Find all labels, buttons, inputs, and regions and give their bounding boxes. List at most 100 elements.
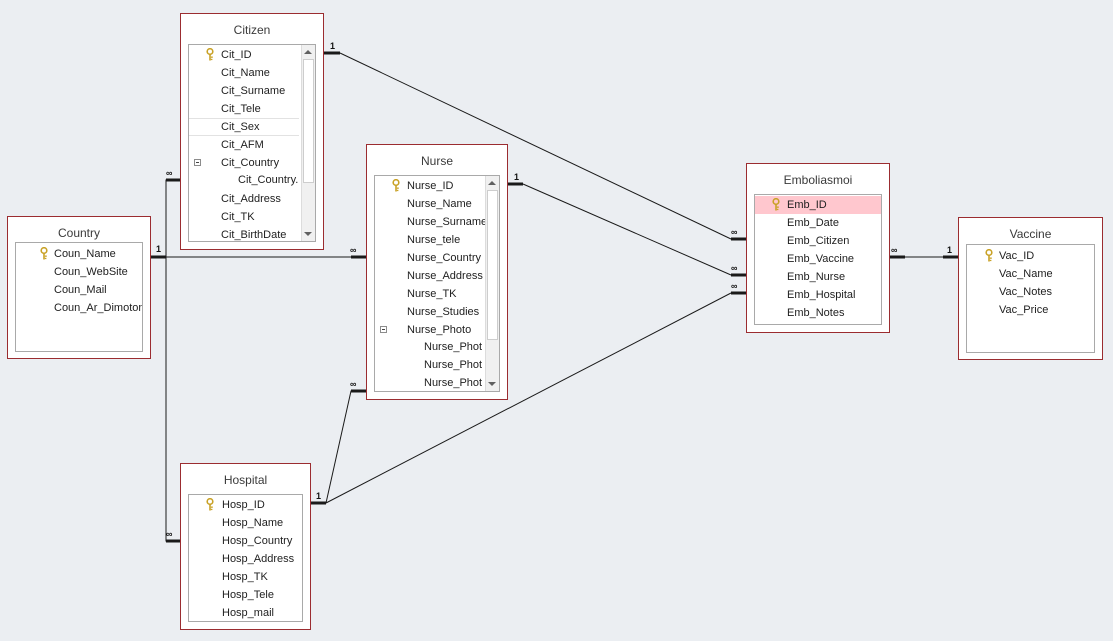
table-title[interactable]: Nurse — [367, 145, 507, 175]
cardinality-one-label: 1 — [330, 41, 335, 51]
relationship-line — [522, 183, 732, 276]
field-row[interactable]: Cit_TK — [189, 208, 306, 226]
field-list[interactable]: Coun_Name Coun_WebSite Coun_Mail Coun_Ar… — [15, 242, 143, 352]
relationship-lines: 1 ∞ ∞ ∞ 1 ∞ 1 ∞ 1 ∞ ∞ 1 ∞ — [151, 41, 958, 543]
field-label: Coun_Ar_Dimoton — [54, 302, 143, 314]
field-row[interactable]: Nurse_Name — [375, 195, 488, 213]
field-label: Nurse_Address — [407, 270, 483, 282]
scroll-up-arrow-icon[interactable] — [304, 50, 312, 54]
field-label: Cit_ID — [221, 49, 252, 61]
primary-key-icon — [40, 247, 48, 260]
field-row[interactable]: Hosp_mail — [189, 604, 302, 621]
field-label: Emb_Citizen — [787, 235, 850, 247]
field-row[interactable]: Hosp_Name — [189, 514, 302, 532]
field-label: Nurse_Country — [407, 252, 481, 264]
field-label: Cit_Name — [221, 67, 270, 79]
collapse-icon[interactable] — [194, 159, 201, 166]
field-list[interactable]: Vac_ID Vac_Name Vac_Notes Vac_Price — [966, 244, 1095, 353]
relationship-line — [165, 179, 180, 257]
primary-key-icon — [772, 198, 780, 211]
cardinality-one-label: 1 — [316, 491, 321, 501]
field-row[interactable]: Nurse_Surname — [375, 213, 488, 231]
field-label: Nurse_Studies — [407, 306, 480, 318]
table-emboliasmoi[interactable]: Emboliasmoi Emb_ID Emb_Date Emb_Citizen … — [746, 163, 890, 333]
field-row[interactable]: Cit_Country — [189, 154, 306, 172]
field-row[interactable]: Coun_Name — [16, 245, 142, 263]
scrollbar-thumb[interactable] — [487, 190, 498, 340]
field-row[interactable]: Emb_Citizen — [755, 232, 881, 250]
table-citizen[interactable]: Citizen Cit_ID Cit_Name Cit_Surname Cit_… — [180, 13, 324, 250]
field-row[interactable]: Emb_Nurse — [755, 268, 881, 286]
field-row[interactable]: Hosp_Address — [189, 550, 302, 568]
field-row[interactable]: Cit_AFM — [189, 136, 306, 154]
vertical-scrollbar[interactable] — [485, 176, 499, 391]
field-list[interactable]: Cit_ID Cit_Name Cit_Surname Cit_Tele Cit… — [188, 44, 316, 242]
collapse-icon[interactable] — [380, 326, 387, 333]
field-row[interactable]: Cit_Address — [189, 190, 306, 208]
table-vaccine[interactable]: Vaccine Vac_ID Vac_Name Vac_Notes Vac_Pr… — [958, 217, 1103, 360]
field-row[interactable]: Nurse_Studies — [375, 303, 488, 321]
field-label: Coun_Name — [54, 248, 116, 260]
field-row[interactable]: Hosp_TK — [189, 568, 302, 586]
field-row[interactable]: Vac_ID — [967, 247, 1094, 265]
field-label: Nurse_Phot — [424, 341, 483, 353]
field-row[interactable]: Nurse_Address — [375, 267, 488, 285]
field-list[interactable]: Hosp_ID Hosp_Name Hosp_Country Hosp_Addr… — [188, 494, 303, 622]
field-row[interactable]: Hosp_ID — [189, 496, 302, 514]
field-list[interactable]: Emb_ID Emb_Date Emb_Citizen Emb_Vaccine … — [754, 194, 882, 325]
field-row[interactable]: Emb_Date — [755, 214, 881, 232]
field-row[interactable]: Coun_Ar_Dimoton — [16, 299, 143, 317]
cardinality-many-label: ∞ — [731, 227, 738, 237]
cardinality-many-label: ∞ — [166, 529, 173, 539]
relationship-line — [165, 257, 180, 542]
field-label: Nurse_tele — [407, 234, 461, 246]
field-row[interactable]: Emb_Hospital — [755, 286, 881, 304]
field-row[interactable]: Nurse_TK — [375, 285, 488, 303]
field-row[interactable]: Coun_WebSite — [16, 263, 142, 281]
scroll-up-arrow-icon[interactable] — [488, 181, 496, 185]
field-row[interactable]: Cit_ID — [189, 46, 306, 64]
field-row[interactable]: Nurse_ID — [375, 177, 488, 195]
table-hospital[interactable]: Hospital Hosp_ID Hosp_Name Hosp_Country … — [180, 463, 311, 630]
field-row[interactable]: Nurse_Country — [375, 249, 488, 267]
field-row[interactable]: Hosp_Country — [189, 532, 302, 550]
cardinality-many-label: ∞ — [350, 245, 357, 255]
table-title[interactable]: Emboliasmoi — [747, 164, 889, 194]
field-label: Cit_Tele — [221, 103, 261, 115]
field-label: Cit_AFM — [221, 139, 264, 151]
scrollbar-thumb[interactable] — [303, 59, 314, 183]
field-row[interactable]: Hosp_Tele — [189, 586, 302, 604]
field-list[interactable]: Nurse_ID Nurse_Name Nurse_Surname Nurse_… — [374, 175, 500, 392]
cardinality-one-label: 1 — [156, 244, 161, 254]
table-nurse[interactable]: Nurse Nurse_ID Nurse_Name Nurse_Surname … — [366, 144, 508, 400]
field-row[interactable]: Cit_Sex — [189, 118, 299, 136]
field-label: Cit_TK — [221, 211, 255, 223]
field-row[interactable]: Vac_Name — [967, 265, 1094, 283]
field-row[interactable]: Cit_BirthDate — [189, 226, 306, 241]
field-row[interactable]: Cit_Country. — [189, 171, 306, 189]
field-row[interactable]: Nurse_tele — [375, 231, 488, 249]
field-row[interactable]: Cit_Surname — [189, 82, 306, 100]
field-row[interactable]: Emb_ID — [755, 196, 881, 214]
field-row[interactable]: Nurse_Photo — [375, 321, 488, 339]
scroll-down-arrow-icon[interactable] — [304, 232, 312, 236]
field-label: Emb_Nurse — [787, 271, 846, 283]
vertical-scrollbar[interactable] — [301, 45, 315, 241]
field-row[interactable]: Coun_Mail — [16, 281, 142, 299]
field-label: Nurse_Phot — [424, 359, 483, 371]
field-row[interactable]: Nurse_Phot — [375, 338, 488, 356]
table-title[interactable]: Hospital — [181, 464, 310, 494]
field-row[interactable]: Emb_Vaccine — [755, 250, 881, 268]
table-title[interactable]: Citizen — [181, 14, 323, 44]
field-row[interactable]: Cit_Tele — [189, 100, 306, 118]
cardinality-many-label: ∞ — [891, 245, 898, 255]
field-row[interactable]: Vac_Price — [967, 301, 1094, 319]
scroll-down-arrow-icon[interactable] — [488, 382, 496, 386]
table-country[interactable]: Country Coun_Name Coun_WebSite Coun_Mail… — [7, 216, 151, 359]
field-row[interactable]: Emb_Notes — [755, 304, 881, 322]
field-label: Coun_Mail — [54, 284, 107, 296]
field-row[interactable]: Nurse_Phot — [375, 356, 488, 374]
field-row[interactable]: Cit_Name — [189, 64, 306, 82]
field-row[interactable]: Nurse_Phot — [375, 374, 488, 391]
field-row[interactable]: Vac_Notes — [967, 283, 1094, 301]
